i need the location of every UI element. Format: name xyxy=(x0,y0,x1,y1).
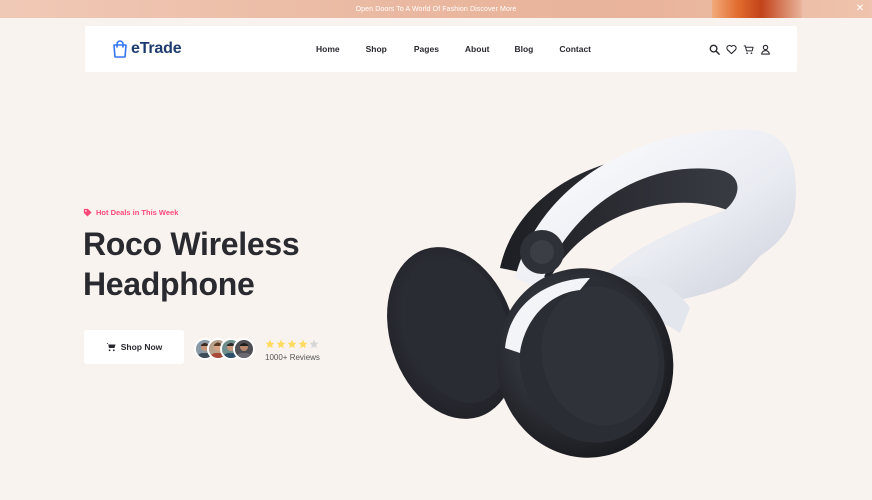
nav-shop[interactable]: Shop xyxy=(366,44,387,54)
star-filled-icon xyxy=(265,339,275,349)
nav-pages[interactable]: Pages xyxy=(414,44,439,54)
reviewer-avatars xyxy=(194,338,255,360)
announcement-bar: Open Doors To A World Of Fashion Discove… xyxy=(0,0,872,18)
star-filled-icon xyxy=(287,339,297,349)
nav-home[interactable]: Home xyxy=(316,44,340,54)
nav-contact[interactable]: Contact xyxy=(559,44,591,54)
hero-title: Roco Wireless Headphone xyxy=(83,224,343,304)
site-header: eTrade Home Shop Pages About Blog Contac… xyxy=(85,26,797,72)
hot-deals-text: Hot Deals in This Week xyxy=(96,207,179,217)
announcement-image xyxy=(712,0,802,18)
close-icon[interactable]: ✕ xyxy=(854,2,866,16)
star-filled-icon xyxy=(276,339,286,349)
announcement-text: Open Doors To A World Of Fashion Discove… xyxy=(355,5,517,13)
nav-blog[interactable]: Blog xyxy=(514,44,533,54)
main-nav: Home Shop Pages About Blog Contact xyxy=(316,26,591,72)
header-actions xyxy=(709,42,777,56)
logo-text: eTrade xyxy=(131,40,182,57)
cart-icon[interactable] xyxy=(743,44,754,55)
nav-about[interactable]: About xyxy=(465,44,490,54)
hot-deals-tag: Hot Deals in This Week xyxy=(83,207,178,217)
heart-icon[interactable] xyxy=(726,44,737,55)
star-filled-icon xyxy=(298,339,308,349)
cart-icon xyxy=(106,343,116,352)
tag-icon xyxy=(83,208,92,217)
hero-title-line-1: Roco Wireless xyxy=(83,226,300,262)
avatar xyxy=(233,338,255,360)
logo[interactable]: eTrade xyxy=(112,38,182,60)
headphone-image xyxy=(387,129,796,458)
reviews-count: 1000+ Reviews xyxy=(265,353,320,362)
hero-title-line-2: Headphone xyxy=(83,266,255,302)
rating-stars xyxy=(265,339,320,350)
search-icon[interactable] xyxy=(709,44,720,55)
product-rating: 1000+ Reviews xyxy=(265,339,320,362)
star-empty-icon xyxy=(309,339,319,349)
shop-now-label: Shop Now xyxy=(120,342,163,352)
shop-now-button[interactable]: Shop Now xyxy=(84,330,184,364)
shopping-bag-icon xyxy=(113,40,127,58)
user-icon[interactable] xyxy=(760,44,771,55)
